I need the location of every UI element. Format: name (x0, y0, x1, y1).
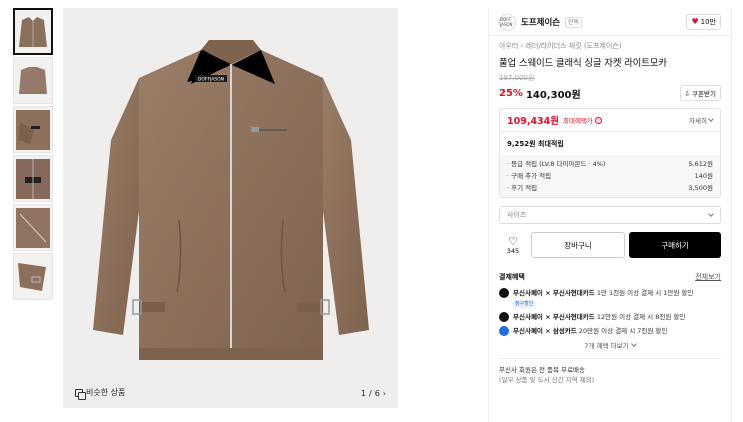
card-logo-icon (499, 288, 509, 298)
heart-outline-icon: ♡ (508, 234, 518, 248)
jacket-label-text: DOFFJASON (198, 77, 224, 83)
sale-price: 140,300원 (525, 89, 581, 101)
chevron-down-icon (630, 341, 637, 347)
thumbnail-buckle[interactable] (13, 253, 53, 300)
discount-rate: 25% (499, 87, 523, 99)
payment-benefit-item: 무신사페이 × 삼성카드 20만원 이상 결제 시 7천원 할인 (499, 326, 721, 336)
sleeve-thumbnail-image (16, 207, 50, 248)
brand-row: DOFF JASON 도프제이슨 단독 ♥ 10만 (499, 9, 721, 35)
wishlist-button[interactable]: ♡ 345 (499, 236, 527, 255)
wishlist-count: 345 (506, 246, 520, 255)
thumbnail-list (13, 8, 53, 302)
similar-icon (75, 388, 86, 400)
thumbnail-sleeve[interactable] (13, 204, 53, 251)
coupon-button[interactable]: ⇩ 쿠폰받기 (679, 85, 721, 101)
jacket-thumbnail-image (19, 16, 47, 47)
billing-discount-badge: 청구할인 (513, 300, 536, 308)
benefit-detail-toggle[interactable]: 자세히 (689, 115, 714, 125)
points-heading: 9,252원 최대적립 (507, 140, 564, 148)
max-benefit-row: 109,434원 최대혜택가 i 자세히 (500, 109, 720, 132)
brand-name[interactable]: 도프제이슨 (521, 16, 560, 28)
zip-thumbnail-image (16, 158, 50, 199)
heart-icon: ♥ (691, 17, 699, 26)
product-info-panel: DOFF JASON 도프제이슨 단독 ♥ 10만 아우터 › 레더/라이더스 … (488, 8, 732, 422)
breadcrumb[interactable]: 아우터 › 레더/라이더스 재킷 (도프제이슨) (499, 41, 721, 51)
payment-benefit-item: 무신사페이 × 무신사현대카드 1만 1천원 이상 결제 시 1만원 할인 청구… (499, 288, 721, 308)
jacket-image: DOFFJASON (93, 40, 369, 360)
similar-products-button[interactable]: 비슷한 상품 (75, 387, 126, 400)
shipping-note: (일부 상품 및 도서 산간 지역 제외) (499, 376, 595, 384)
thumbnail-zip[interactable] (13, 155, 53, 202)
buy-now-button[interactable]: 구매하기 (629, 232, 721, 258)
points-row: · 구매 추가 적립 140원 (507, 172, 713, 180)
chevron-down-icon (708, 211, 714, 217)
thumbnail-front[interactable] (13, 8, 53, 55)
product-main-image: DOFFJASON 비슷한 상품 1 / 6 › (63, 8, 398, 408)
max-benefit-price: 109,434원 (507, 116, 560, 127)
jacket-back-thumbnail-image (19, 66, 47, 94)
chevron-down-icon (708, 116, 714, 122)
payment-benefits-title: 결제혜택 (499, 273, 525, 281)
brand-like-button[interactable]: ♥ 10만 (686, 14, 721, 30)
purchase-actions: ♡ 345 장바구니 구매하기 (499, 230, 721, 260)
collar-thumbnail-image (16, 109, 50, 150)
add-to-cart-button[interactable]: 장바구니 (531, 232, 625, 258)
exclusive-badge: 단독 (565, 16, 583, 28)
points-row: · 후기 적립 3,500원 (507, 184, 713, 192)
payment-benefit-list: 무신사페이 × 무신사현대카드 1만 1천원 이상 결제 시 1만원 할인 청구… (499, 288, 721, 336)
brand-like-count: 10만 (700, 18, 716, 26)
pager-current: 1 (360, 389, 366, 398)
chevron-right-icon[interactable]: › (383, 389, 386, 398)
buckle-thumbnail-image (16, 256, 50, 297)
divider (489, 35, 731, 36)
size-select[interactable]: 사이즈 (499, 206, 721, 224)
product-title: 풀업 스웨이드 클래식 싱글 자켓 라이트모카 (499, 58, 667, 69)
thumbnail-back[interactable] (13, 57, 53, 104)
shipping-info: 무신사 회원은 전 품목 무료배송 (일부 상품 및 도서 산간 지역 제외) (499, 358, 721, 385)
similar-label: 비슷한 상품 (86, 388, 126, 397)
thumbnail-collar[interactable] (13, 106, 53, 153)
card-logo-icon (499, 326, 509, 336)
shipping-free-text: 무신사 회원은 전 품목 무료배송 (499, 366, 586, 374)
price-row: 25% 140,300원 ⇩ 쿠폰받기 (499, 85, 721, 101)
image-pager[interactable]: 1 / 6 › (361, 389, 386, 398)
pager-separator: / (369, 389, 372, 398)
original-price: 187,000원 (499, 74, 535, 82)
payment-benefit-item: 무신사페이 × 무신사현대카드 12만원 이상 결제 시 8천원 할인 (499, 312, 721, 322)
more-benefits-button[interactable]: 7개 혜택 더보기 (499, 340, 721, 350)
benefit-box: 109,434원 최대혜택가 i 자세히 9,252원 최대적립 · 등급 적립… (499, 108, 721, 198)
payment-benefits-header: 결제혜택 전체보기 (499, 272, 721, 282)
card-logo-icon (499, 312, 509, 322)
brand-logo[interactable]: DOFF JASON (499, 13, 516, 31)
points-list: · 등급 적립 (LV.8 다이아몬드 · 4%) 5,612원 · 구매 추가… (500, 155, 720, 197)
info-icon[interactable]: i (594, 116, 602, 124)
pager-total: 6 (374, 389, 380, 398)
points-row: · 등급 적립 (LV.8 다이아몬드 · 4%) 5,612원 (507, 160, 713, 168)
max-benefit-label: 최대혜택가 (563, 117, 593, 125)
payment-view-all-link[interactable]: 전체보기 (695, 272, 721, 282)
